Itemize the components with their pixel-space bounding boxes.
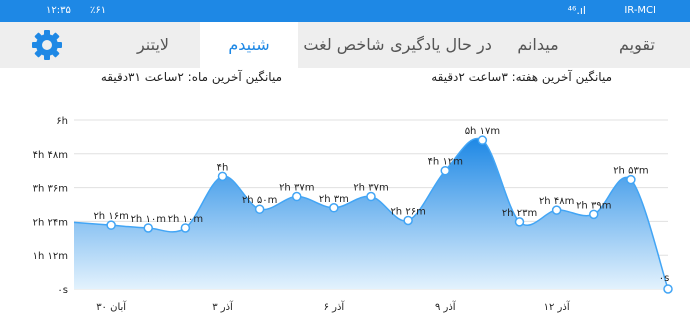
data-point[interactable] bbox=[477, 135, 488, 145]
data-point[interactable] bbox=[180, 223, 191, 233]
x-tick-label: ۹ آذر bbox=[435, 300, 457, 313]
data-point[interactable] bbox=[217, 171, 228, 182]
tab-known[interactable]: میدانم bbox=[492, 22, 584, 68]
tab-learning[interactable]: در حال یادگیری bbox=[390, 22, 492, 68]
tab-leitner[interactable]: لایتنر bbox=[106, 22, 200, 68]
data-label: ۲h ۴۸m bbox=[539, 196, 574, 207]
data-point[interactable] bbox=[106, 220, 116, 230]
y-tick-label: ۴h ۴۸m bbox=[33, 150, 68, 161]
data-point[interactable] bbox=[589, 209, 599, 220]
gear-icon[interactable] bbox=[30, 28, 64, 62]
data-point[interactable] bbox=[440, 165, 450, 176]
weekly-average: میانگین آخرین هفته: ۳ساعت ۲دقیقه bbox=[431, 70, 612, 84]
data-point[interactable] bbox=[292, 191, 302, 202]
data-point[interactable] bbox=[514, 217, 525, 227]
data-label: ۴h bbox=[217, 162, 229, 173]
clock: ۱۲:۳۵ bbox=[46, 5, 71, 16]
data-label: ۲h ۲۳m bbox=[502, 208, 537, 219]
data-point[interactable] bbox=[663, 284, 673, 294]
x-tick-label: ۳۰ آبان bbox=[96, 300, 127, 313]
x-tick-label: ۶ آذر bbox=[324, 300, 346, 313]
data-label: ۲h ۲۶m bbox=[390, 206, 425, 217]
data-label: ۲h ۵۳m bbox=[613, 166, 648, 177]
data-point[interactable] bbox=[329, 203, 339, 213]
data-label: ۲h ۳m bbox=[319, 194, 349, 205]
data-point[interactable] bbox=[403, 215, 413, 226]
tab-calendar[interactable]: تقویم bbox=[584, 22, 690, 68]
data-label: ۲h ۳۹m bbox=[576, 200, 611, 211]
data-point[interactable] bbox=[143, 223, 153, 233]
data-label: ۲h ۱۶m bbox=[93, 211, 128, 222]
y-tick-label: ۰s bbox=[57, 285, 68, 296]
y-tick-label: ۱h ۱۲m bbox=[33, 251, 68, 262]
x-tick-label: ۳ آذر bbox=[212, 300, 234, 313]
y-tick-label: ۳h ۳۶m bbox=[33, 184, 68, 195]
x-tick-label: ۱۲ آذر bbox=[544, 300, 571, 313]
data-label: ۴h ۱۲m bbox=[428, 157, 463, 168]
tab-word-index[interactable]: شاخص لغت bbox=[298, 22, 390, 68]
data-point[interactable] bbox=[366, 191, 376, 202]
signal-icon: ⁴⁶.ıl bbox=[567, 4, 586, 17]
monthly-average: میانگین آخرین ماه: ۲ساعت ۳۱دقیقه bbox=[100, 70, 282, 84]
data-point[interactable] bbox=[626, 174, 636, 185]
y-tick-label: ۶h bbox=[56, 116, 68, 127]
carrier-name: IR-MCI bbox=[624, 5, 656, 16]
data-label: ۲h ۵۰m bbox=[242, 195, 277, 206]
data-point[interactable] bbox=[254, 204, 265, 214]
battery-level: ٪۶۱ bbox=[90, 5, 107, 16]
daily-listening-chart: ۰s ۱h ۱۲m ۲h ۲۴m ۳h ۳۶m ۴h ۴۸m ۶h ۳۰ آبان ۳ آذر… bbox=[33, 116, 673, 313]
tab-heard[interactable]: شنیدم bbox=[200, 22, 298, 68]
data-label: ۰s bbox=[659, 273, 670, 284]
data-label: ۲h ۱۰m bbox=[168, 214, 203, 225]
status-bar: ۱۲:۳۵ ٪۶۱ ⁴⁶.ıl IR-MCI bbox=[0, 0, 690, 22]
data-point[interactable] bbox=[551, 205, 562, 215]
y-tick-label: ۲h ۲۴m bbox=[33, 217, 68, 228]
data-label: ۲h ۳۷m bbox=[353, 183, 388, 194]
data-label: ۲h ۳۷m bbox=[279, 183, 314, 194]
data-label: ۲h ۱۰m bbox=[131, 214, 166, 225]
data-label: ۵h ۱۷m bbox=[465, 126, 500, 137]
